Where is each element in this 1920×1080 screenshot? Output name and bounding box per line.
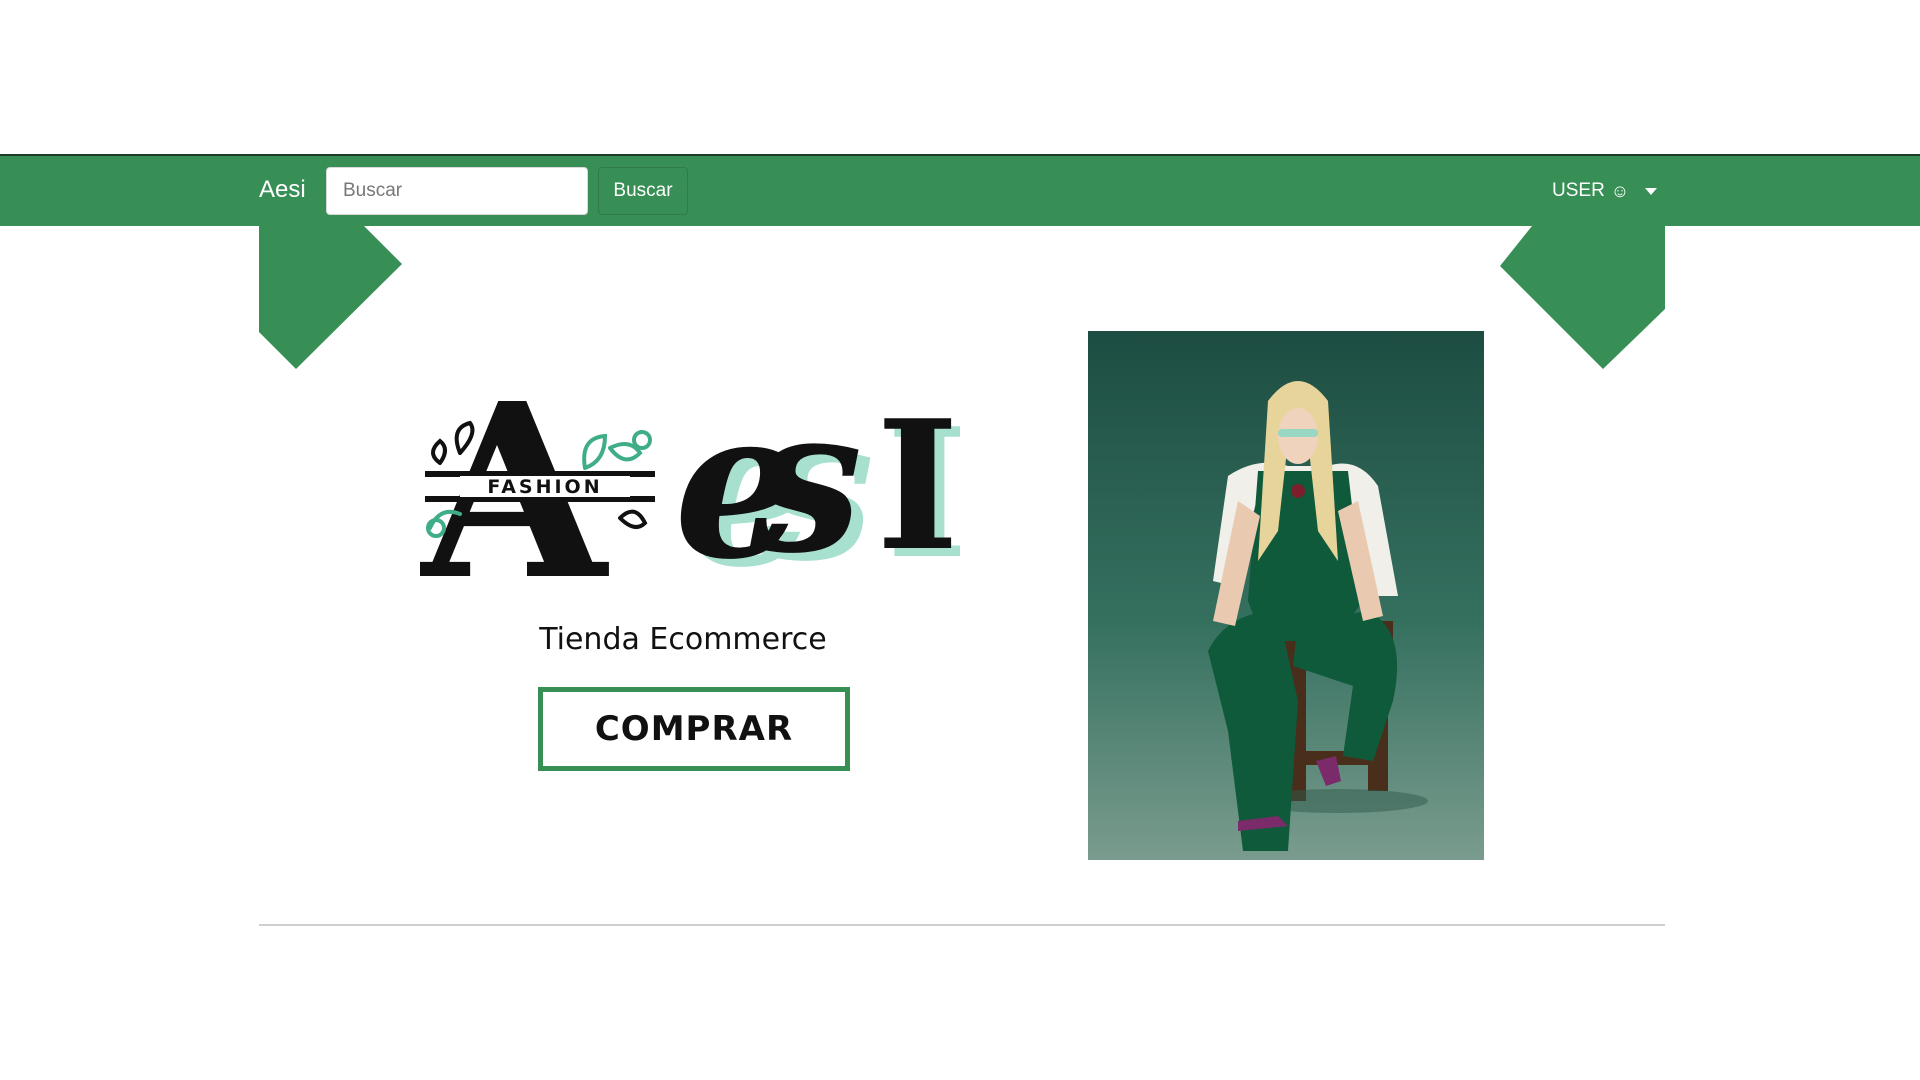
page: Aesi Buscar USER ☺ e s I A [0,0,1920,1080]
ribbon-left-decoration [259,226,402,369]
aesi-fashion-logo: e s I A FASHION e s I [420,368,960,583]
logo-tag: FASHION [487,476,602,498]
fashion-model-photo [1088,331,1484,860]
search-input[interactable] [326,167,588,215]
section-divider [259,924,1665,926]
buy-button[interactable]: COMPRAR [538,687,850,771]
ribbon-right-decoration [1500,226,1665,369]
user-label: USER [1552,180,1605,201]
user-dropdown[interactable]: USER ☺ [1552,167,1658,215]
smiley-icon: ☺ [1610,180,1630,201]
hero-subtitle: Tienda Ecommerce [539,622,827,657]
svg-text:s: s [749,368,863,583]
search-button[interactable]: Buscar [598,167,688,215]
chevron-down-icon [1645,187,1658,195]
top-navbar: Aesi Buscar USER ☺ [0,154,1920,226]
brand-link[interactable]: Aesi [259,170,306,210]
svg-text:I: I [876,381,959,583]
